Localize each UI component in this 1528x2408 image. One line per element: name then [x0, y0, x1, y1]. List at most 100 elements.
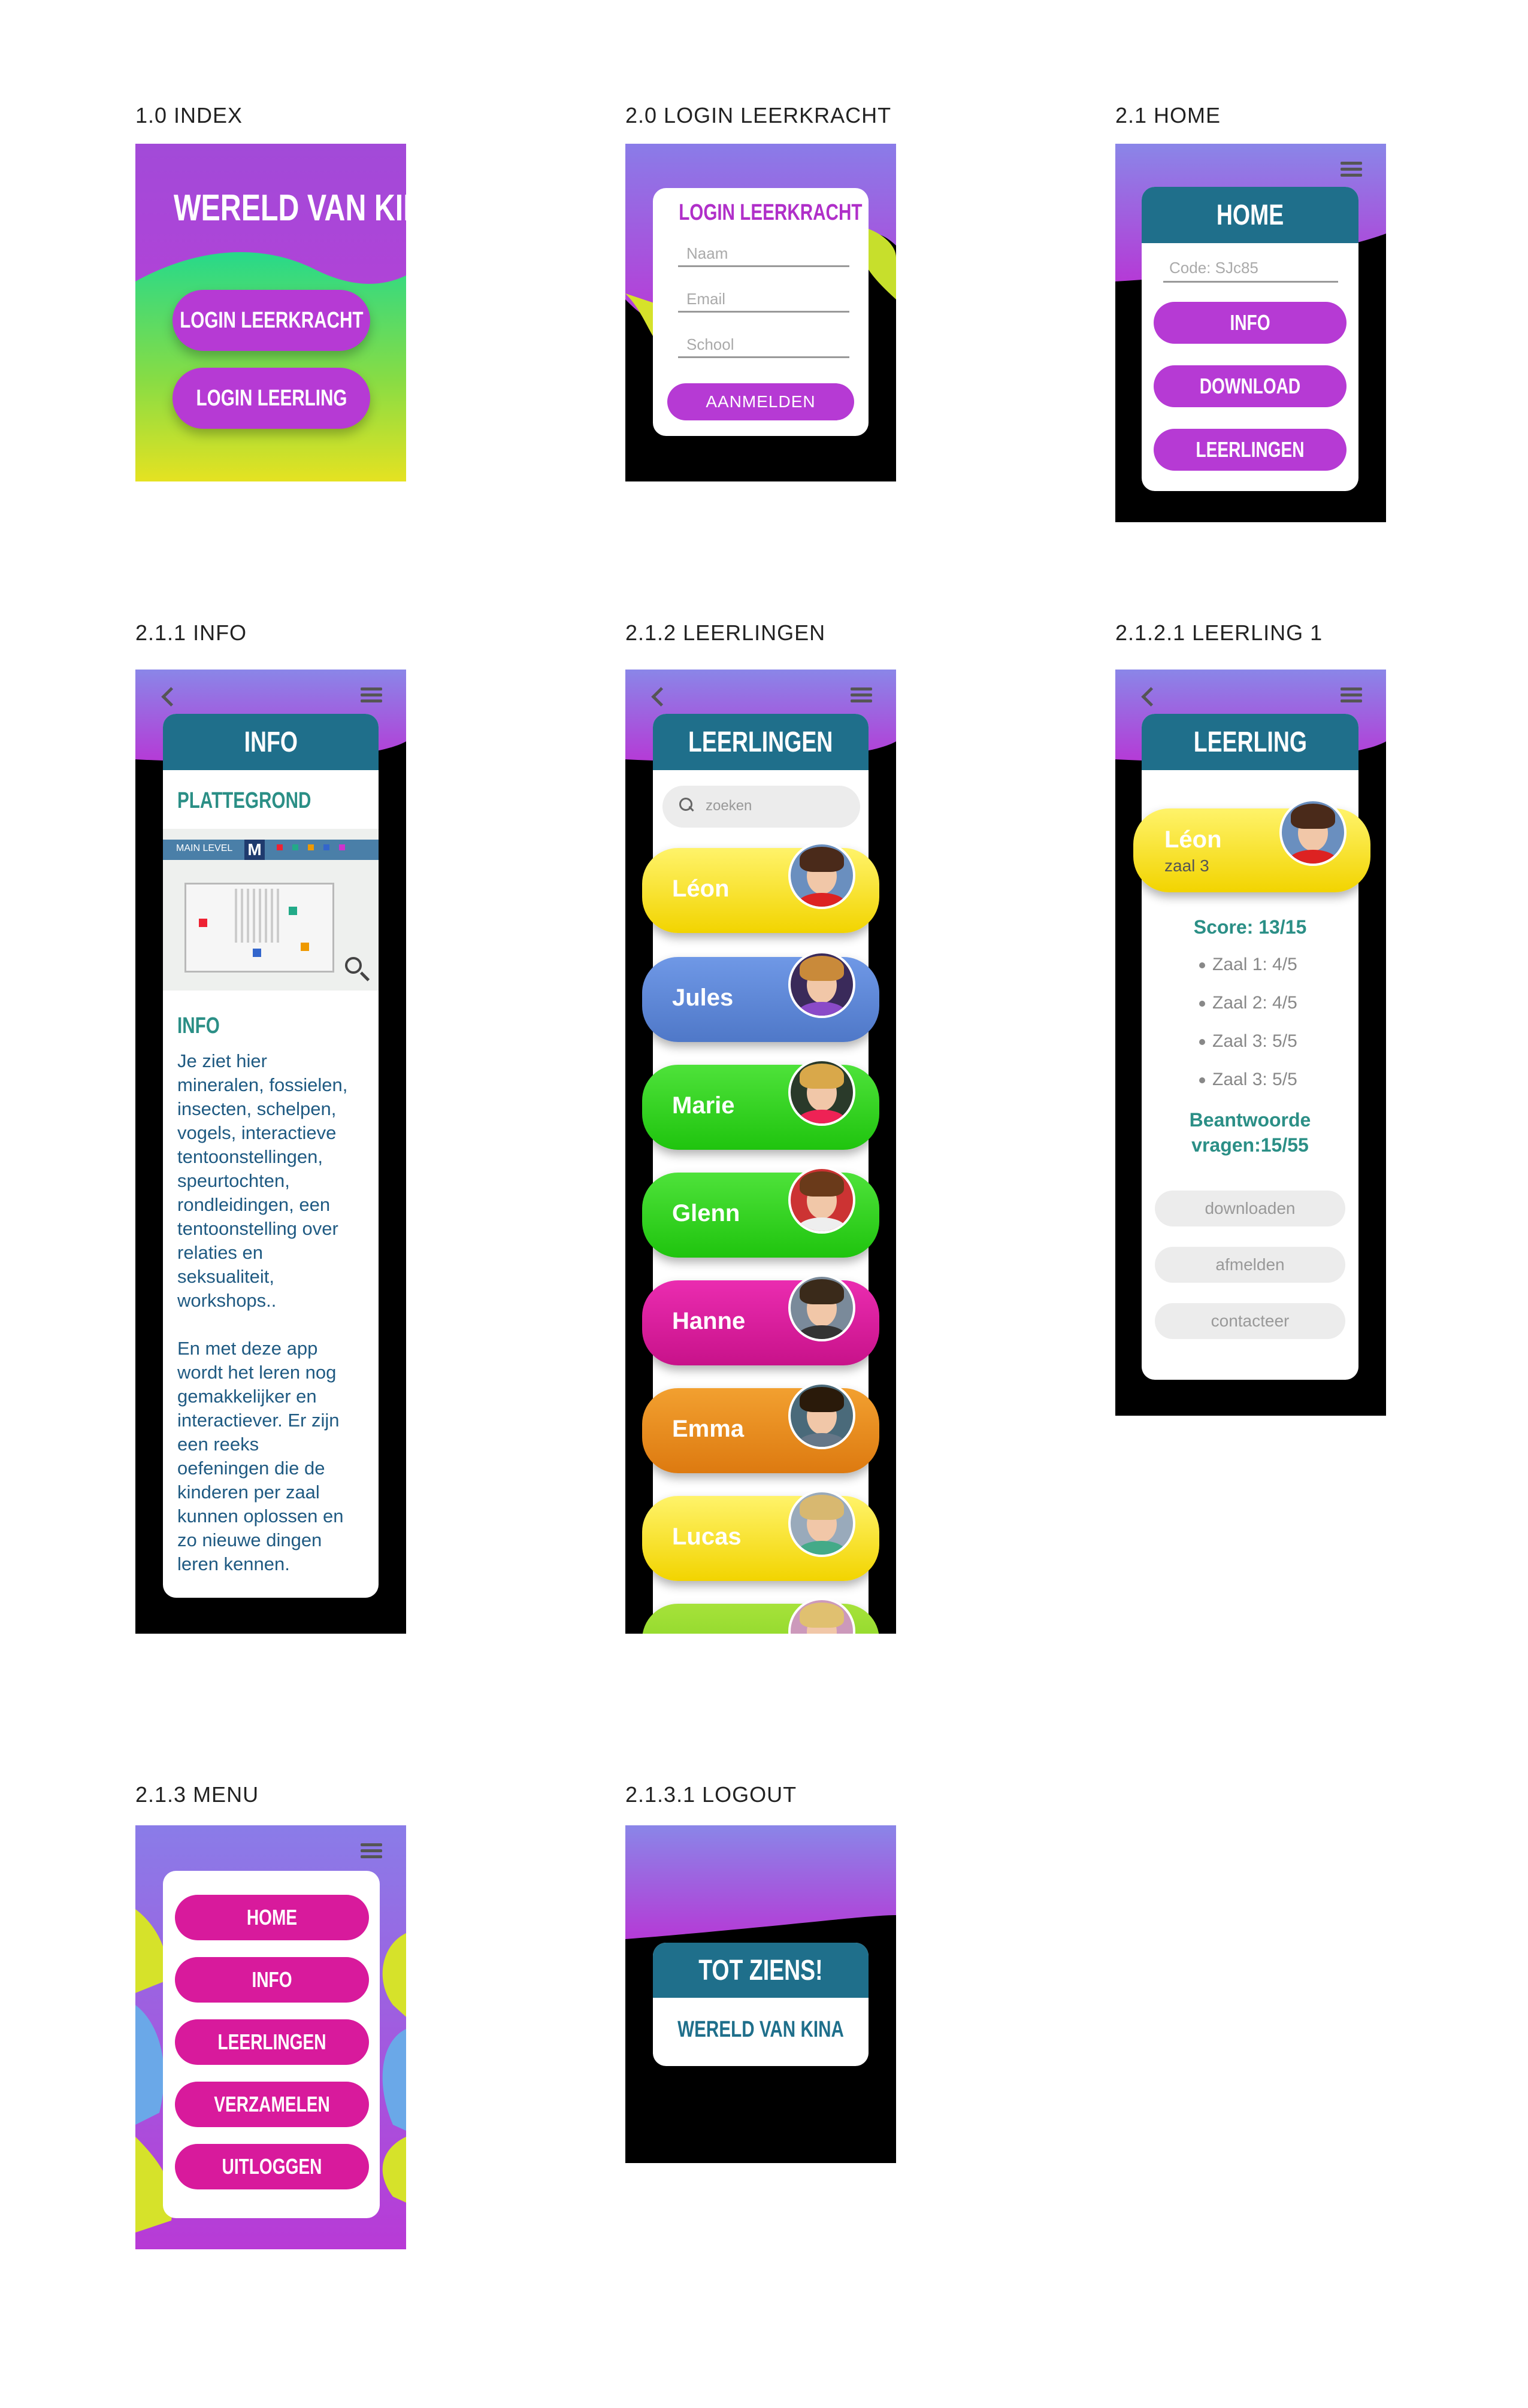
back-icon[interactable]: [159, 684, 177, 708]
student-name: Lucas: [672, 1523, 742, 1550]
menu-item-students[interactable]: LEERLINGEN: [175, 2019, 369, 2065]
info-heading: INFO: [177, 1013, 220, 1038]
info-screen: INFO PLATTEGROND MAIN LEVEL M INFO Je zi…: [135, 670, 406, 1634]
student-name: Léon: [672, 876, 730, 902]
avatar: [788, 1274, 855, 1341]
score-total: Score: 13/15: [1193, 916, 1307, 938]
info-card: INFO PLATTEGROND MAIN LEVEL M INFO Je zi…: [163, 714, 379, 1598]
search-placeholder: zoeken: [706, 798, 752, 814]
logout-screen: TOT ZIENS! WERELD VAN KINA: [625, 1825, 896, 2163]
room-score-3: Zaal 3: 5/5: [1199, 1031, 1297, 1052]
student-item-hanne[interactable]: Hanne: [642, 1274, 879, 1365]
login-screen: LOGIN LEERKRACHT Naam Email School AANME…: [625, 144, 896, 481]
menu-item-collect[interactable]: VERZAMELEN: [175, 2082, 369, 2127]
answered-line-1: Beantwoorde: [1189, 1109, 1311, 1131]
avatar: [788, 1382, 855, 1449]
room-marker: [253, 949, 261, 957]
search-icon: [679, 798, 695, 813]
school-placeholder: School: [686, 335, 734, 353]
room-marker: [199, 919, 207, 927]
students-button[interactable]: LEERLINGEN: [1154, 429, 1347, 471]
student-item-leon[interactable]: Léon: [642, 842, 879, 933]
avatar: [1279, 799, 1347, 866]
frame-label-leerling: 2.1.2.1 LEERLING 1: [1115, 620, 1323, 645]
avatar: [788, 1167, 855, 1234]
home-card: HOME Code: SJc85 INFO DOWNLOAD LEERLINGE…: [1142, 187, 1358, 491]
menu-icon[interactable]: [1341, 162, 1362, 177]
legend-dot-icon: [277, 844, 283, 850]
student-item-lucas[interactable]: Lucas: [642, 1490, 879, 1581]
floorplan-map[interactable]: MAIN LEVEL M: [163, 829, 379, 991]
student-name: Glenn: [672, 1200, 740, 1226]
menu-item-info[interactable]: INFO: [175, 1957, 369, 2003]
menu-icon[interactable]: [361, 687, 382, 703]
student-detail-card: LEERLING Léon zaal 3 Score: 13/15 Zaal 1…: [1133, 714, 1370, 1380]
legend-dot-icon: [308, 844, 314, 850]
home-title: HOME: [1142, 187, 1358, 243]
name-field[interactable]: Naam: [678, 236, 849, 267]
student-detail-title: LEERLING: [1142, 714, 1358, 770]
login-teacher-button[interactable]: LOGIN LEERKRACHT: [173, 290, 370, 351]
student-name: Hanne: [672, 1308, 746, 1334]
student-item-partial[interactable]: [642, 1598, 879, 1634]
login-student-button[interactable]: LOGIN LEERLING: [173, 368, 370, 429]
info-paragraph-2: En met deze app wordt het leren nog gema…: [177, 1338, 344, 1574]
menu-screen: HOME INFO LEERLINGEN VERZAMELEN UITLOGGE…: [135, 1825, 406, 2249]
index-screen: WERELD VAN KINA LOGIN LEERKRACHT LOGIN L…: [135, 144, 406, 481]
download-button[interactable]: downloaden: [1155, 1191, 1345, 1226]
download-button[interactable]: DOWNLOAD: [1154, 365, 1347, 407]
map-caption: MAIN LEVEL: [176, 843, 233, 853]
room-marker: [289, 907, 297, 915]
info-paragraph-1: Je ziet hier mineralen, fossielen, insec…: [177, 1050, 348, 1311]
frame-label-logout: 2.1.3.1 LOGOUT: [625, 1782, 797, 1807]
menu-icon[interactable]: [851, 687, 872, 703]
student-item-emma[interactable]: Emma: [642, 1382, 879, 1473]
search-input[interactable]: zoeken: [662, 786, 860, 828]
student-item-glenn[interactable]: Glenn: [642, 1167, 879, 1258]
room-score-1: Zaal 1: 4/5: [1199, 955, 1297, 975]
menu-item-home[interactable]: HOME: [175, 1895, 369, 1940]
frame-label-login: 2.0 LOGIN LEERKRACHT: [625, 103, 892, 128]
back-icon[interactable]: [649, 684, 667, 708]
logout-subtitle: WERELD VAN KINA: [677, 2017, 844, 2042]
students-title: LEERLINGEN: [653, 714, 869, 770]
avatar: [788, 951, 855, 1018]
logout-card: TOT ZIENS! WERELD VAN KINA: [653, 1943, 869, 2066]
logout-title: TOT ZIENS!: [653, 1943, 869, 1998]
legend-dot-icon: [323, 844, 329, 850]
frame-label-index: 1.0 INDEX: [135, 103, 243, 128]
login-card: LOGIN LEERKRACHT Naam Email School AANME…: [653, 188, 869, 436]
student-item-marie[interactable]: Marie: [642, 1059, 879, 1150]
answered-line-2: vragen:15/55: [1191, 1134, 1309, 1156]
code-field[interactable]: Code: SJc85: [1163, 254, 1338, 283]
menu-icon[interactable]: [1341, 687, 1362, 703]
room-score-2: Zaal 2: 4/5: [1199, 993, 1297, 1013]
name-placeholder: Naam: [686, 244, 728, 262]
school-field[interactable]: School: [678, 327, 849, 358]
zoom-icon[interactable]: [345, 957, 362, 974]
room-score-4: Zaal 3: 5/5: [1199, 1070, 1297, 1090]
zoom-icon-handle: [359, 971, 370, 982]
info-button[interactable]: INFO: [1154, 302, 1347, 344]
email-field[interactable]: Email: [678, 281, 849, 313]
floorplan-hall: [235, 889, 283, 943]
student-hero: Léon zaal 3: [1133, 799, 1370, 892]
menu-icon[interactable]: [361, 1843, 382, 1859]
avatar: [788, 842, 855, 909]
frame-label-menu: 2.1.3 MENU: [135, 1782, 259, 1807]
frame-label-home: 2.1 HOME: [1115, 103, 1221, 128]
menu-item-logout[interactable]: UITLOGGEN: [175, 2144, 369, 2189]
avatar: [788, 1059, 855, 1126]
legend-dot-icon: [339, 844, 345, 850]
floorplan-heading: PLATTEGROND: [177, 788, 311, 813]
login-title: LOGIN LEERKRACHT: [679, 200, 863, 225]
app-title: WERELD VAN KINA: [173, 187, 406, 229]
back-icon[interactable]: [1139, 684, 1157, 708]
student-name: Emma: [672, 1416, 745, 1442]
unsubscribe-button[interactable]: afmelden: [1155, 1247, 1345, 1283]
contact-button[interactable]: contacteer: [1155, 1303, 1345, 1339]
submit-button[interactable]: AANMELDEN: [667, 383, 854, 420]
student-room: zaal 3: [1164, 856, 1209, 875]
student-detail-screen: LEERLING Léon zaal 3 Score: 13/15 Zaal 1…: [1115, 670, 1386, 1416]
student-item-jules[interactable]: Jules: [642, 951, 879, 1042]
